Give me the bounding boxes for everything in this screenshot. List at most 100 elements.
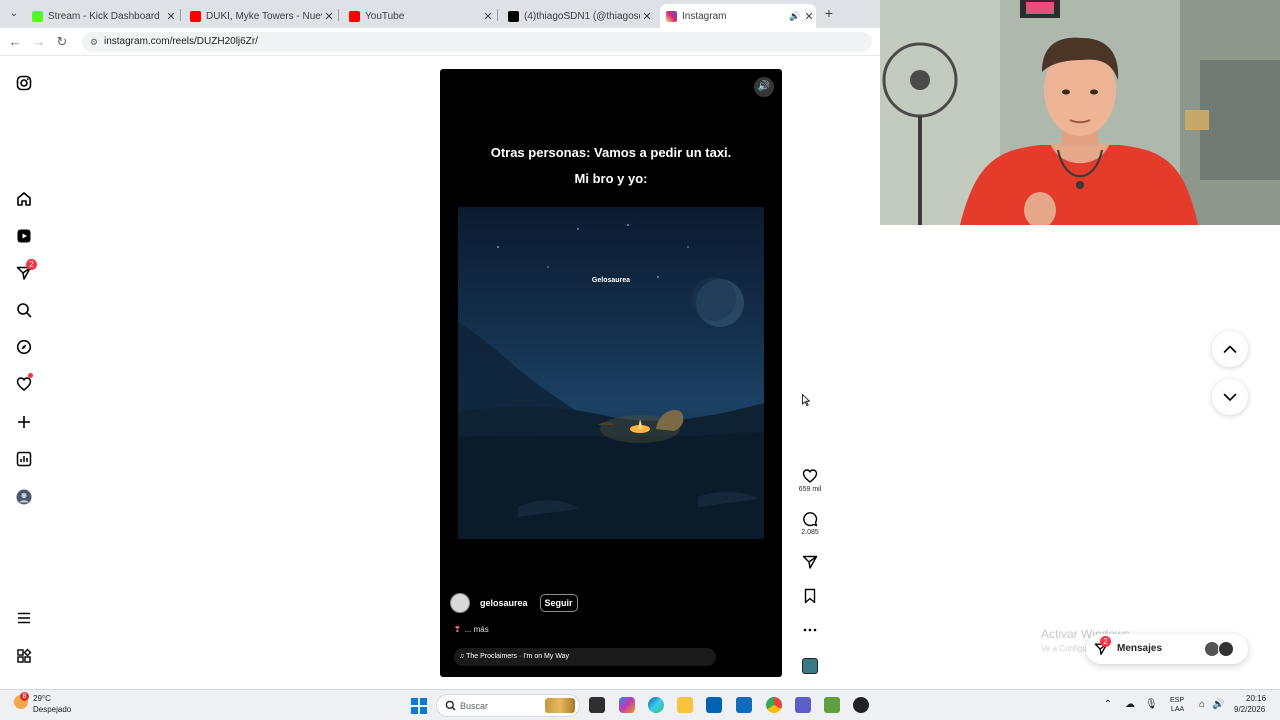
url-text: instagram.com/reels/DUZH20lj6Zr/ — [104, 36, 258, 47]
share-button[interactable] — [800, 554, 820, 570]
tab-title: DUKI, Myke Towers - Nueva Era — [206, 10, 322, 22]
reel-caption-line2: Mi bro y yo: — [574, 171, 648, 186]
forward-arrow-icon[interactable]: → — [31, 34, 47, 50]
network-icon[interactable]: ⌂ — [1196, 699, 1208, 711]
clock-date[interactable]: 9/2/2026 — [1234, 705, 1265, 714]
tab-close-icon[interactable]: ✕ — [640, 10, 654, 23]
tray-chevron-up-icon[interactable]: ⌃ — [1102, 699, 1114, 711]
heart-icon — [802, 469, 818, 483]
author-avatar[interactable] — [450, 593, 470, 613]
search-icon[interactable] — [16, 302, 32, 318]
microsoft-store-icon[interactable] — [706, 697, 722, 713]
search-placeholder: Buscar — [460, 701, 489, 711]
instagram-sidebar: 2 — [0, 57, 50, 689]
messages-badge: 2 — [1100, 636, 1111, 647]
audio-track-label: The Proclaimers · I'm on My Way — [466, 653, 570, 660]
original-audio-thumbnail[interactable] — [802, 658, 818, 674]
tab-audio-icon[interactable]: 🔊 — [788, 11, 802, 22]
reel-video-frame[interactable]: Gelosaurea — [458, 207, 764, 539]
profile-avatar[interactable] — [16, 489, 32, 505]
heart-emoji-icon: ❣ — [454, 625, 461, 634]
file-explorer-icon[interactable] — [677, 697, 693, 713]
reel-player[interactable]: 🔊 Otras personas: Vamos a pedir un taxi.… — [440, 69, 782, 677]
tab-close-icon[interactable]: ✕ — [481, 10, 495, 23]
language-region[interactable]: LAA — [1171, 706, 1184, 713]
tab-close-icon[interactable]: ✕ — [322, 10, 336, 23]
more-options-button[interactable] — [800, 622, 820, 638]
tab-close-icon[interactable]: ✕ — [164, 10, 178, 23]
minecraft-icon[interactable] — [824, 697, 840, 713]
onedrive-icon[interactable]: ☁ — [1124, 699, 1136, 711]
instagram-favicon-icon — [666, 10, 677, 22]
explore-compass-icon[interactable] — [16, 339, 32, 355]
site-info-icon[interactable]: ⚙ — [88, 36, 100, 48]
share-send-icon — [802, 555, 818, 569]
reload-icon[interactable]: ↻ — [54, 34, 70, 50]
save-button[interactable] — [800, 588, 820, 604]
clock-time[interactable]: 20:16 — [1246, 694, 1266, 703]
tab-separator — [180, 9, 181, 21]
tab-instagram[interactable]: Instagram 🔊 ✕ — [660, 4, 816, 28]
volume-icon[interactable]: 🔊 — [754, 77, 774, 97]
microphone-icon[interactable]: 🎙 — [1145, 699, 1158, 711]
tab-separator — [338, 9, 339, 21]
tab-search-chevron-icon[interactable]: ⌄ — [6, 6, 22, 22]
video-watermark: Gelosaurea — [591, 277, 631, 284]
weather-temp[interactable]: 29°C — [33, 694, 51, 703]
audio-track[interactable]: ♫ The Proclaimers · I'm on My Way — [454, 648, 716, 666]
previous-reel-button[interactable] — [1212, 331, 1248, 367]
tab-separator — [497, 9, 498, 21]
tiktok-favicon-icon — [508, 10, 519, 22]
tab-tiktok[interactable]: (4)thiagoSDN1 (@thiagosdn1) ✕ — [502, 4, 654, 28]
language-code[interactable]: ESP — [1170, 697, 1184, 704]
speaker-icon[interactable]: 🔊 — [1212, 699, 1224, 711]
author-username[interactable]: gelosaurea — [480, 598, 528, 608]
dashboard-chart-icon[interactable] — [16, 451, 32, 467]
search-highlight-thumbnail — [545, 698, 575, 713]
heart-notifications-icon[interactable] — [16, 373, 33, 392]
search-icon — [445, 700, 456, 711]
browser-toolbar: ← → ↻ ⚙ instagram.com/reels/DUZH20lj6Zr/ — [0, 28, 880, 56]
teams-icon[interactable] — [795, 697, 811, 713]
taskbar-search[interactable]: Buscar — [436, 694, 580, 717]
browser-tab-strip: ⌄ Stream - Kick Dashboard ✕ DUKI, Myke T… — [0, 0, 880, 28]
also-from-meta-icon[interactable] — [16, 648, 32, 664]
comment-button[interactable]: 2.085 — [800, 511, 820, 536]
messages-nav-icon[interactable]: 2 — [16, 259, 37, 281]
new-tab-button[interactable]: + — [822, 6, 836, 20]
instagram-logo-icon[interactable] — [16, 75, 32, 91]
like-button[interactable]: 659 mil — [799, 468, 821, 493]
create-plus-icon[interactable] — [16, 414, 32, 430]
notification-dot — [28, 373, 33, 378]
chrome-icon[interactable] — [766, 697, 782, 713]
more-link[interactable]: ... más — [465, 625, 489, 634]
home-icon[interactable] — [16, 191, 32, 207]
tab-youtube[interactable]: YouTube ✕ — [343, 4, 495, 28]
messages-label: Mensajes — [1117, 643, 1163, 654]
back-arrow-icon[interactable]: ← — [7, 34, 23, 50]
chevron-up-icon — [1223, 345, 1237, 353]
task-view-icon[interactable] — [589, 697, 605, 713]
weather-desc[interactable]: Despejado — [33, 705, 71, 714]
reels-icon[interactable] — [16, 228, 32, 244]
address-bar[interactable]: ⚙ instagram.com/reels/DUZH20lj6Zr/ — [82, 32, 872, 52]
edge-icon[interactable] — [648, 697, 664, 713]
reel-description[interactable]: ❣ ... más — [454, 625, 489, 634]
next-reel-button[interactable] — [1212, 379, 1248, 415]
tab-close-icon[interactable]: ✕ — [802, 10, 816, 23]
tab-kick-dashboard[interactable]: Stream - Kick Dashboard ✕ — [26, 4, 178, 28]
night-desert-scene — [458, 224, 764, 539]
windows-start-icon[interactable] — [411, 698, 427, 714]
bookmark-icon — [804, 588, 816, 604]
obs-icon[interactable] — [853, 697, 869, 713]
messages-pill-button[interactable]: 2 Mensajes — [1086, 634, 1248, 664]
tab-title: YouTube — [365, 10, 405, 22]
chat-avatar — [1218, 641, 1234, 657]
tab-title: Stream - Kick Dashboard — [48, 10, 160, 22]
follow-button[interactable]: Seguir — [539, 594, 578, 612]
outlook-icon[interactable] — [736, 697, 752, 713]
more-menu-icon[interactable] — [16, 610, 32, 626]
tab-duki[interactable]: DUKI, Myke Towers - Nueva Era ✕ — [184, 4, 336, 28]
reel-caption-line1: Otras personas: Vamos a pedir un taxi. — [490, 145, 732, 160]
copilot-icon[interactable] — [619, 697, 635, 713]
